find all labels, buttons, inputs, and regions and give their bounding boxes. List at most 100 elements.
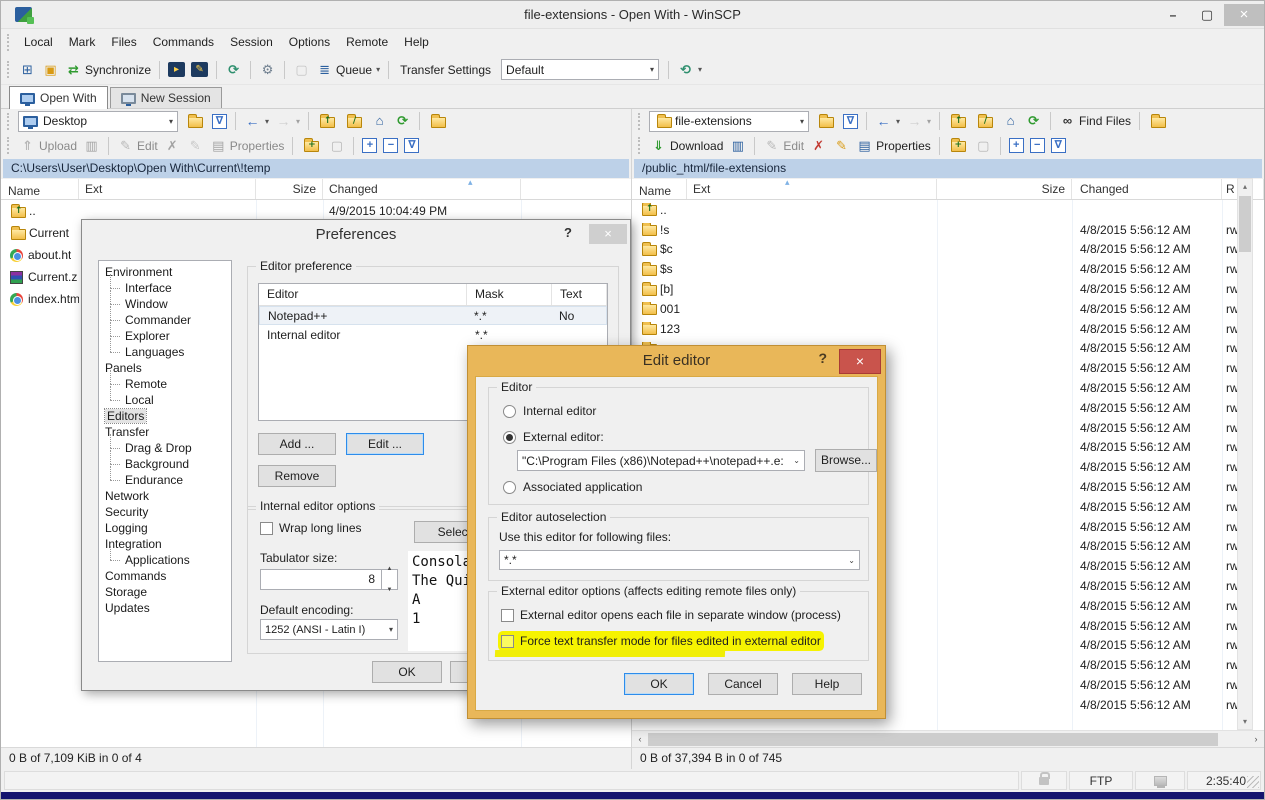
back-button[interactable]: ←▾ xyxy=(872,111,903,131)
column-header-mask[interactable]: Mask xyxy=(467,284,552,305)
remote-dir-combo[interactable]: file-extensions▾ xyxy=(649,111,809,132)
internal-editor-radio-row[interactable]: Internal editor xyxy=(503,404,596,418)
tree-item-drag-drop[interactable]: Drag & Drop xyxy=(99,440,231,456)
toolbar-grip[interactable] xyxy=(638,137,643,154)
download-button[interactable]: ⇓Download xyxy=(647,136,726,156)
tree-item-integration[interactable]: Integration xyxy=(99,536,231,552)
encoding-combo[interactable]: 1252 (ANSI - Latin I)▾ xyxy=(260,619,398,640)
symlink-button[interactable] xyxy=(425,113,452,130)
menu-session[interactable]: Session xyxy=(222,31,281,53)
tree-item-updates[interactable]: Updates xyxy=(99,600,231,616)
tree-item-commands[interactable]: Commands xyxy=(99,568,231,584)
tree-item-panels[interactable]: Panels xyxy=(99,360,231,376)
queue-button[interactable]: ≣Queue▾ xyxy=(313,60,383,80)
server-segment[interactable] xyxy=(1135,771,1185,790)
open-dir-button[interactable] xyxy=(182,113,209,130)
editor-row[interactable]: Notepad++*.*No xyxy=(259,306,607,325)
dock-button[interactable]: ⊞ xyxy=(16,60,39,80)
tree-item-applications[interactable]: Applications xyxy=(99,552,231,568)
file-row[interactable]: 1234/8/2015 5:56:12 AMrw xyxy=(632,319,1264,339)
synchronize-button[interactable]: ⇄Synchronize xyxy=(62,60,154,80)
close-button[interactable] xyxy=(1224,4,1264,26)
title-bar[interactable]: file-extensions - Open With - WinSCP xyxy=(1,1,1264,29)
delete-button[interactable]: ✗ xyxy=(161,136,184,156)
root-dir-button[interactable] xyxy=(972,113,999,130)
minimize-button[interactable] xyxy=(1156,4,1190,26)
edit-editor-title-bar[interactable]: Edit editor ? xyxy=(468,346,885,374)
menu-commands[interactable]: Commands xyxy=(145,31,222,53)
resize-grip[interactable] xyxy=(1247,776,1259,788)
new-file-button[interactable]: ▢ xyxy=(325,136,348,156)
menu-remote[interactable]: Remote xyxy=(338,31,396,53)
tree-item-environment[interactable]: Environment xyxy=(99,264,231,280)
back-button[interactable]: ←▾ xyxy=(241,111,272,131)
column-header-text[interactable]: Text xyxy=(552,284,607,305)
parent-dir-button[interactable] xyxy=(314,113,341,130)
tree-item-editors[interactable]: Editors xyxy=(99,408,231,424)
preferences-ok-button[interactable]: OK xyxy=(372,661,442,683)
browse-button[interactable]: Browse... xyxy=(815,449,877,472)
transfer-settings-combo[interactable]: Default▾ xyxy=(501,59,659,80)
tree-item-remote[interactable]: Remote xyxy=(99,376,231,392)
filter2-button[interactable]: ∇ xyxy=(1048,136,1069,155)
local-path-bar[interactable]: C:\Users\User\Desktop\Open With\Current\… xyxy=(3,159,629,178)
scroll-right-icon[interactable]: › xyxy=(1248,734,1264,744)
console-commands-button[interactable]: ✎ xyxy=(188,60,211,79)
checkbox-icon[interactable] xyxy=(501,635,514,648)
console-button[interactable]: ▸ xyxy=(165,60,188,79)
column-header-editor[interactable]: Editor xyxy=(259,284,467,305)
separate-window-checkbox-row[interactable]: External editor opens each file in separ… xyxy=(501,608,841,622)
toolbar-grip[interactable] xyxy=(7,61,12,78)
menu-help[interactable]: Help xyxy=(396,31,437,53)
edit-button[interactable]: ✎Edit xyxy=(760,136,807,156)
file-row[interactable]: $s4/8/2015 5:56:12 AMrw xyxy=(632,259,1264,279)
parent-dir-button[interactable] xyxy=(945,113,972,130)
remove-filter-button[interactable]: − xyxy=(1027,136,1048,155)
properties-button[interactable]: ▤Properties xyxy=(207,136,288,156)
edit-editor-button[interactable]: Edit ... xyxy=(346,433,424,455)
tree-item-background[interactable]: Background xyxy=(99,456,231,472)
tree-item-endurance[interactable]: Endurance xyxy=(99,472,231,488)
scroll-left-icon[interactable]: ‹ xyxy=(632,734,648,744)
preferences-title-bar[interactable]: Preferences ? xyxy=(82,220,630,248)
find-files-button[interactable]: ∞Find Files xyxy=(1056,111,1134,131)
help-icon[interactable]: ? xyxy=(818,350,827,366)
close-icon[interactable] xyxy=(589,224,627,244)
file-row[interactable]: $c4/8/2015 5:56:12 AMrw xyxy=(632,240,1264,260)
column-header-ext[interactable]: Ext xyxy=(687,179,937,199)
tree-item-languages[interactable]: Languages xyxy=(99,344,231,360)
external-editor-path-combo[interactable]: "C:\Program Files (x86)\Notepad++\notepa… xyxy=(517,450,805,471)
menu-local[interactable]: Local xyxy=(16,31,61,53)
tree-item-storage[interactable]: Storage xyxy=(99,584,231,600)
column-header-name[interactable]: Name xyxy=(1,179,79,199)
protocol-segment[interactable]: FTP xyxy=(1069,771,1133,790)
help-icon[interactable]: ? xyxy=(564,225,572,240)
rename-button[interactable]: ✎ xyxy=(830,136,853,156)
file-row[interactable]: .. xyxy=(632,200,1264,220)
edit-editor-help-button[interactable]: Help xyxy=(792,673,862,695)
properties-button[interactable]: ▤Properties xyxy=(853,136,934,156)
column-header-name[interactable]: Name xyxy=(632,179,687,199)
tree-item-network[interactable]: Network xyxy=(99,488,231,504)
tree-item-commander[interactable]: Commander xyxy=(99,312,231,328)
symlink-button[interactable] xyxy=(1145,113,1172,130)
rename-button[interactable]: ✎ xyxy=(184,136,207,156)
column-header-changed[interactable]: Changed xyxy=(1072,179,1222,199)
associated-application-radio-row[interactable]: Associated application xyxy=(503,480,642,494)
scrollbar-thumb[interactable] xyxy=(648,733,1218,746)
add-editor-button[interactable]: Add ... xyxy=(258,433,336,455)
remove-editor-button[interactable]: Remove xyxy=(258,465,336,487)
toolbar-grip[interactable] xyxy=(7,113,12,130)
copy-doc-button[interactable]: ▥ xyxy=(80,136,103,156)
remote-path-bar[interactable]: /public_html/file-extensions xyxy=(634,159,1262,178)
maximize-button[interactable] xyxy=(1190,4,1224,26)
compare-dirs-button[interactable]: ▣ xyxy=(39,60,62,80)
new-file-button[interactable]: ▢ xyxy=(972,136,995,156)
remove-filter-button[interactable]: − xyxy=(380,136,401,155)
refresh-button[interactable]: ⟳ xyxy=(391,111,414,131)
cleanup-button[interactable]: ▢ xyxy=(290,60,313,80)
tree-item-explorer[interactable]: Explorer xyxy=(99,328,231,344)
force-text-mode-checkbox-row[interactable]: Force text transfer mode for files edite… xyxy=(501,634,821,648)
gear-button[interactable]: ⚙ xyxy=(256,60,279,80)
menu-options[interactable]: Options xyxy=(281,31,338,53)
